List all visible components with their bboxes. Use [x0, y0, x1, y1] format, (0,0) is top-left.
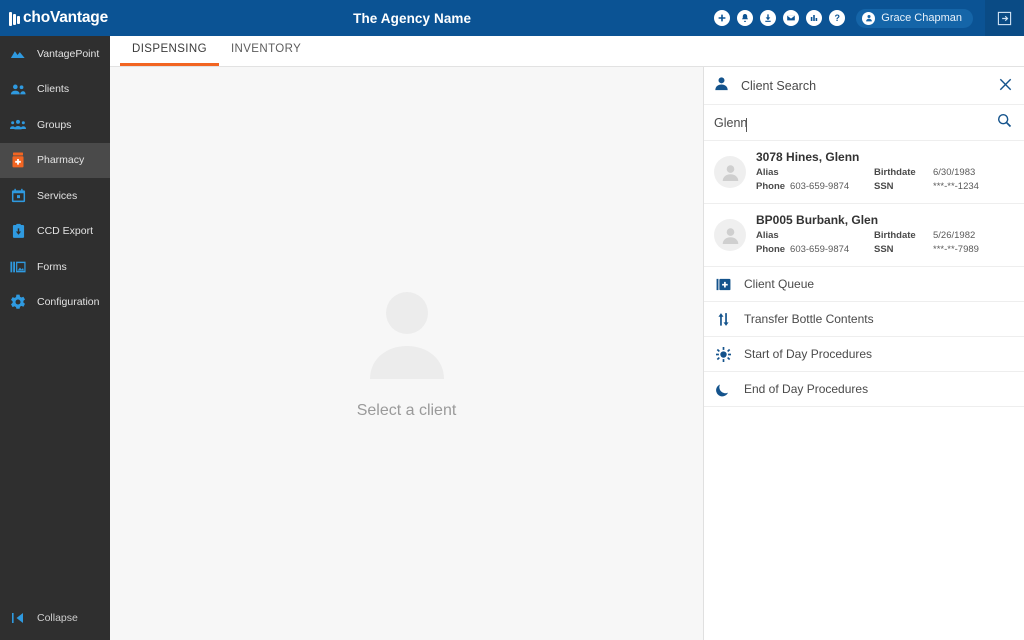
menu-item-transfer-bottle-contents[interactable]: Transfer Bottle Contents — [704, 302, 1024, 337]
sidebar-item-ccd-export[interactable]: CCD Export — [0, 214, 110, 250]
avatar — [714, 156, 746, 188]
main-content-area: Select a client — [110, 67, 703, 640]
sidebar-item-label: Services — [37, 189, 78, 202]
sidebar-item-label: CCD Export — [37, 225, 94, 238]
birthdate-label: Birthdate — [874, 167, 916, 178]
tab-inventory[interactable]: INVENTORY — [219, 35, 313, 66]
birthdate-label: Birthdate — [874, 230, 916, 241]
sidebar-item-configuration[interactable]: Configuration — [0, 285, 110, 321]
menu-item-label: End of Day Procedures — [744, 382, 869, 396]
gear-icon — [10, 294, 26, 310]
menu-item-client-queue[interactable]: Client Queue — [704, 267, 1024, 302]
add-circle-icon[interactable] — [714, 10, 731, 26]
phone-label: Phone — [756, 181, 786, 192]
client-search-panel: Client Search Glenn 3078 Hines, Glenn Al… — [703, 67, 1024, 640]
user-name-label: Grace Chapman — [881, 12, 962, 24]
phone-value: 603-659-9874 — [790, 181, 850, 192]
people-icon — [10, 81, 26, 97]
sidebar-item-services[interactable]: Services — [0, 178, 110, 214]
sidebar-item-forms[interactable]: Forms — [0, 249, 110, 285]
ssn-value: ***-**-1234 — [933, 181, 979, 192]
avatar — [862, 11, 876, 25]
ssn-label: SSN — [874, 244, 894, 255]
logout-icon — [997, 11, 1012, 25]
sidebar-item-clients[interactable]: Clients — [0, 72, 110, 108]
echovantage-logo-icon — [9, 12, 22, 26]
ssn-value: ***-**-7989 — [933, 244, 979, 255]
sidebar-item-groups[interactable]: Groups — [0, 107, 110, 143]
logout-button[interactable] — [985, 0, 1024, 36]
menu-item-label: Transfer Bottle Contents — [744, 312, 874, 326]
sidebar-collapse-button[interactable]: Collapse — [0, 604, 110, 632]
sun-icon — [715, 346, 732, 362]
sidebar-item-label: Clients — [37, 83, 70, 96]
sidebar-item-label: Forms — [37, 260, 67, 273]
empty-state-message: Select a client — [356, 401, 457, 419]
menu-item-end-of-day-procedures[interactable]: End of Day Procedures — [704, 372, 1024, 407]
client-name: 3078 Hines, Glenn — [756, 150, 860, 164]
sidebar-item-label: Configuration — [37, 296, 100, 309]
brand-logo[interactable]: choVantage — [0, 0, 110, 36]
person-icon — [714, 76, 729, 96]
search-icon[interactable] — [997, 113, 1012, 133]
menu-item-start-of-day-procedures[interactable]: Start of Day Procedures — [704, 337, 1024, 372]
avatar — [714, 219, 746, 251]
header-icon-group: ? Grace Chapman — [714, 8, 981, 28]
alias-label: Alias — [756, 167, 779, 178]
birthdate-value: 6/30/1983 — [933, 167, 976, 178]
empty-state-avatar-icon — [369, 291, 444, 379]
groups-icon — [10, 117, 26, 133]
collapse-label: Collapse — [37, 612, 78, 624]
panel-title: Client Search — [741, 78, 817, 93]
sidebar-item-pharmacy[interactable]: Pharmacy — [0, 142, 110, 178]
help-question-icon[interactable]: ? — [829, 10, 846, 26]
clipboard-download-icon — [10, 223, 26, 239]
menu-item-label: Client Queue — [744, 277, 815, 291]
calendar-icon — [10, 188, 26, 204]
mail-envelope-icon[interactable] — [783, 10, 800, 26]
client-name: BP005 Burbank, Glen — [756, 213, 879, 227]
search-input-value: Glenn — [714, 115, 748, 130]
tab-dispensing[interactable]: DISPENSING — [120, 35, 219, 66]
forms-icon — [10, 259, 26, 275]
sidebar-item-vantagepoint[interactable]: VantagePoint — [0, 36, 110, 72]
brand-name: choVantage — [23, 9, 108, 26]
pill-bottle-icon — [10, 152, 26, 168]
user-account-pill[interactable]: Grace Chapman — [856, 8, 973, 28]
queue-add-icon — [715, 277, 732, 292]
sidebar-navigation: VantagePoint Clients Groups Pharmacy Ser… — [0, 36, 110, 640]
tab-bar: DISPENSING INVENTORY — [110, 36, 1024, 67]
collapse-left-icon — [10, 610, 26, 626]
notification-bell-icon[interactable] — [737, 10, 754, 26]
menu-item-label: Start of Day Procedures — [744, 347, 873, 361]
top-header-bar: choVantage The Agency Name ? Grace Chapm… — [0, 0, 1024, 36]
client-result-row[interactable]: BP005 Burbank, Glen Alias Phone 603-659-… — [704, 204, 1024, 267]
text-cursor — [746, 117, 748, 132]
chart-bar-icon[interactable] — [806, 10, 823, 26]
ssn-label: SSN — [874, 181, 894, 192]
client-result-row[interactable]: 3078 Hines, Glenn Alias Phone 603-659-98… — [704, 141, 1024, 204]
birthdate-value: 5/26/1982 — [933, 230, 976, 241]
page-title: The Agency Name — [353, 10, 472, 26]
sidebar-item-label: Groups — [37, 118, 72, 131]
sidebar-item-label: Pharmacy — [37, 154, 85, 167]
mountain-icon — [10, 46, 26, 62]
phone-label: Phone — [756, 244, 786, 255]
transfer-arrows-icon — [715, 312, 732, 327]
client-search-field-row[interactable]: Glenn — [704, 105, 1024, 141]
alias-label: Alias — [756, 230, 779, 241]
search-input[interactable]: Glenn — [714, 115, 997, 132]
download-circle-icon[interactable] — [760, 10, 777, 26]
sidebar-item-label: VantagePoint — [37, 47, 100, 60]
close-icon[interactable] — [999, 78, 1012, 94]
panel-header: Client Search — [704, 67, 1024, 105]
moon-icon — [715, 382, 732, 397]
phone-value: 603-659-9874 — [790, 244, 850, 255]
